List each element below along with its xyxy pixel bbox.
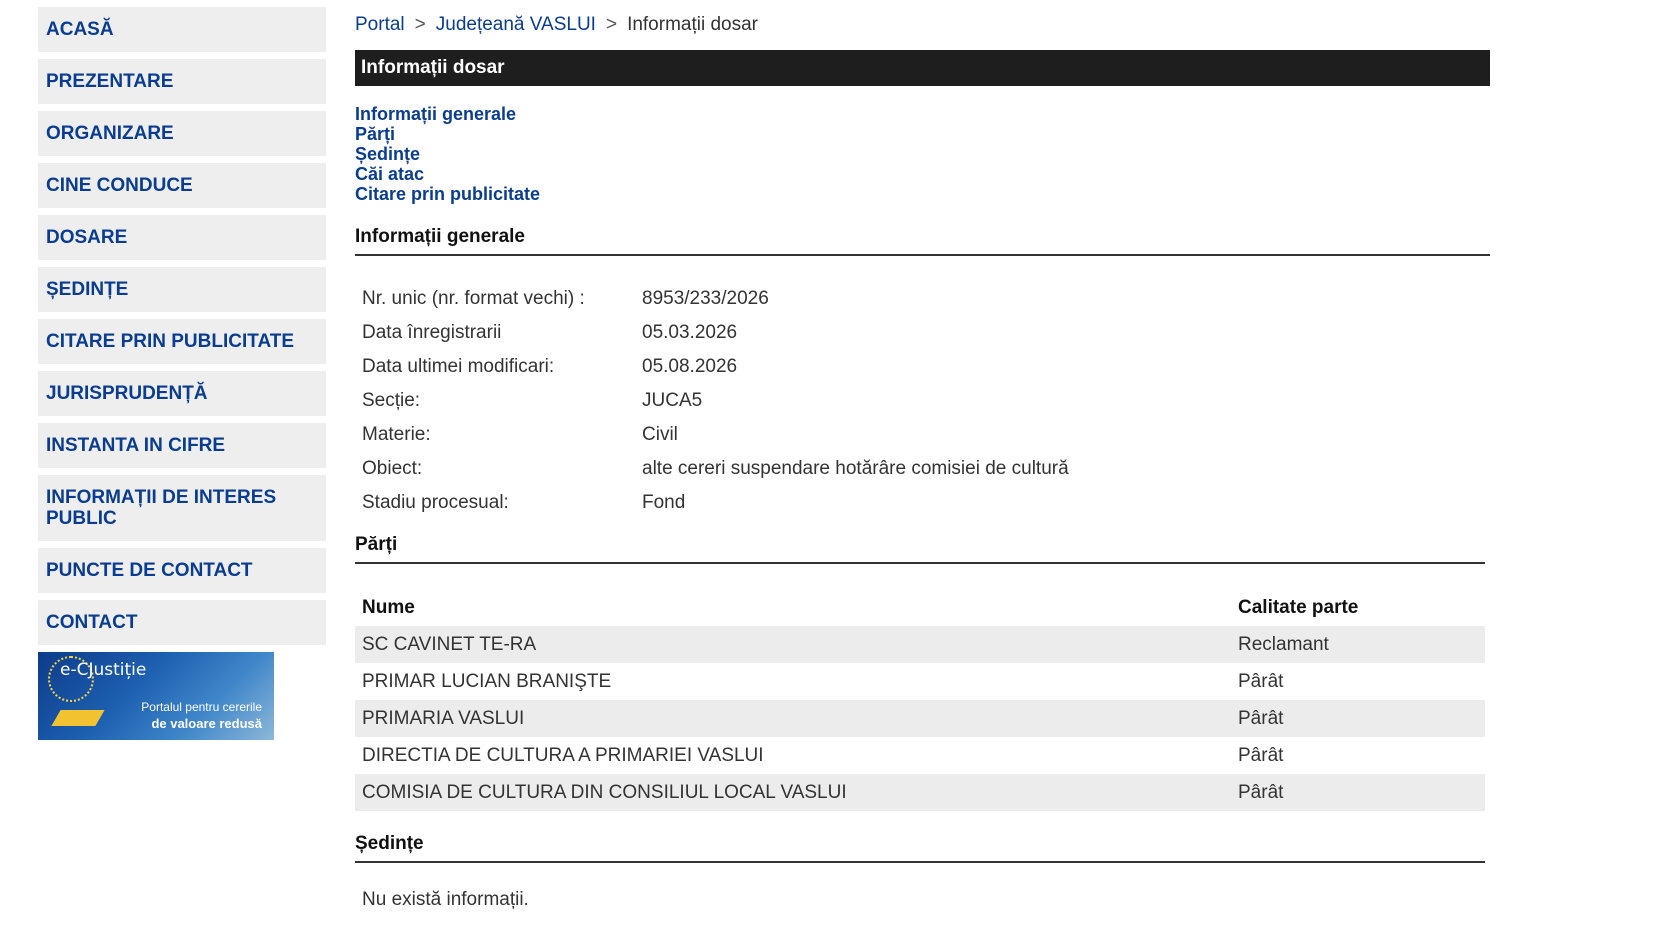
info-row: Stadiu procesual: Fond	[355, 486, 1490, 520]
info-label: Secție:	[362, 390, 421, 411]
section-title-sedinte: Ședințe	[355, 833, 1485, 863]
breadcrumb-current: Informații dosar	[627, 14, 759, 35]
party-role: Pârât	[1238, 670, 1284, 692]
general-info-table: Nr. unic (nr. format vechi) : 8953/233/2…	[355, 282, 1490, 520]
info-value: alte cereri suspendare hotărâre comisiei…	[642, 458, 1069, 479]
info-label: Nr. unic (nr. format vechi) :	[362, 288, 585, 309]
party-name: PRIMARIA VASLUI	[362, 707, 525, 729]
sidebar-item-jurisprudenta[interactable]: JURISPRUDENȚĂ	[38, 371, 326, 416]
info-value: 8953/233/2026	[642, 288, 769, 309]
sidebar-nav: ACASĂ PREZENTARE ORGANIZARE CINE CONDUCE…	[38, 7, 326, 740]
info-row: Secție: JUCA5	[355, 384, 1490, 418]
info-row: Obiect: alte cereri suspendare hotărâre …	[355, 452, 1490, 486]
parties-header-row: Nume Calitate parte	[355, 590, 1485, 626]
no-info-text: Nu există informații.	[362, 889, 529, 910]
sidebar-item-organizare[interactable]: ORGANIZARE	[38, 111, 326, 156]
breadcrumb-judeteana-vaslui[interactable]: Județeană VASLUI	[436, 14, 596, 36]
info-label: Data înregistrarii	[362, 322, 502, 343]
info-row: Materie: Civil	[355, 418, 1490, 452]
info-value: JUCA5	[642, 390, 703, 411]
sidebar-item-instanta-in-cifre[interactable]: INSTANTA IN CIFRE	[38, 423, 326, 468]
sidebar-item-dosare[interactable]: DOSARE	[38, 215, 326, 260]
sidebar-item-sedinte[interactable]: ȘEDINȚE	[38, 267, 326, 312]
info-value: Fond	[642, 492, 686, 513]
sidebar-item-puncte-de-contact[interactable]: PUNCTE DE CONTACT	[38, 548, 326, 593]
party-name: COMISIA DE CULTURA DIN CONSILIUL LOCAL V…	[362, 781, 847, 803]
table-row: DIRECTIA DE CULTURA A PRIMARIEI VASLUI P…	[355, 737, 1485, 774]
info-value: 05.03.2026	[642, 322, 738, 343]
info-row: Data ultimei modificari: 05.08.2026	[355, 350, 1490, 384]
party-role: Pârât	[1238, 781, 1284, 803]
party-role: Pârât	[1238, 744, 1284, 766]
column-header-calitate-parte: Calitate parte	[1238, 597, 1359, 618]
table-row: COMISIA DE CULTURA DIN CONSILIUL LOCAL V…	[355, 774, 1485, 811]
info-row: Nr. unic (nr. format vechi) : 8953/233/2…	[355, 282, 1490, 316]
info-label: Materie:	[362, 424, 431, 445]
banner-line2: de valoare redusă	[151, 716, 262, 731]
ecjustitie-banner[interactable]: e-CJustiție Portalul pentru cererile de …	[38, 652, 274, 740]
info-label: Stadiu procesual:	[362, 492, 509, 513]
sidebar-item-contact[interactable]: CONTACT	[38, 600, 326, 645]
link-citare-prin-publicitate[interactable]: Citare prin publicitate	[355, 184, 540, 204]
main-content: Portal > Județeană VASLUI > Informații d…	[355, 0, 1490, 911]
parties-table: Nume Calitate parte SC CAVINET TE-RA Rec…	[355, 590, 1485, 811]
sidebar-item-acasa[interactable]: ACASĂ	[38, 7, 326, 52]
breadcrumb-portal[interactable]: Portal	[355, 14, 405, 36]
section-title-informatii-generale: Informații generale	[355, 226, 1490, 256]
table-row: SC CAVINET TE-RA Reclamant	[355, 626, 1485, 663]
breadcrumb: Portal > Județeană VASLUI > Informații d…	[355, 0, 1490, 50]
column-header-nume: Nume	[362, 597, 415, 618]
party-name: DIRECTIA DE CULTURA A PRIMARIEI VASLUI	[362, 744, 764, 766]
banner-logo: e-CJustiție	[60, 660, 147, 680]
info-label: Obiect:	[362, 458, 423, 479]
sidebar-item-prezentare[interactable]: PREZENTARE	[38, 59, 326, 104]
banner-line1: Portalul pentru cererile	[141, 700, 262, 714]
breadcrumb-separator: >	[414, 14, 426, 35]
party-name: PRIMAR LUCIAN BRANIŞTE	[362, 670, 612, 692]
info-value: 05.08.2026	[642, 356, 738, 377]
sidebar-item-informatii-interes-public[interactable]: INFORMAȚII DE INTERES PUBLIC	[38, 475, 326, 541]
sidebar-item-citare-prin-publicitate[interactable]: CITARE PRIN PUBLICITATE	[38, 319, 326, 364]
table-row: PRIMAR LUCIAN BRANIŞTE Pârât	[355, 663, 1485, 700]
sidebar-item-cine-conduce[interactable]: CINE CONDUCE	[38, 163, 326, 208]
link-informatii-generale[interactable]: Informații generale	[355, 104, 516, 124]
info-label: Data ultimei modificari:	[362, 356, 555, 377]
card-icon	[51, 710, 105, 726]
section-title-parti: Părți	[355, 534, 1485, 564]
party-role: Pârât	[1238, 707, 1284, 729]
link-cai-atac[interactable]: Căi atac	[355, 164, 424, 184]
quick-links: Informații generale Părți Ședințe Căi at…	[355, 104, 1490, 204]
party-name: SC CAVINET TE-RA	[362, 633, 537, 655]
page-title: Informații dosar	[355, 50, 1490, 86]
link-sedinte[interactable]: Ședințe	[355, 144, 420, 164]
table-row: PRIMARIA VASLUI Pârât	[355, 700, 1485, 737]
info-value: Civil	[642, 424, 678, 445]
breadcrumb-separator: >	[605, 14, 618, 35]
party-role: Reclamant	[1238, 633, 1329, 655]
link-parti[interactable]: Părți	[355, 124, 395, 144]
info-row: Data înregistrarii 05.03.2026	[355, 316, 1490, 350]
